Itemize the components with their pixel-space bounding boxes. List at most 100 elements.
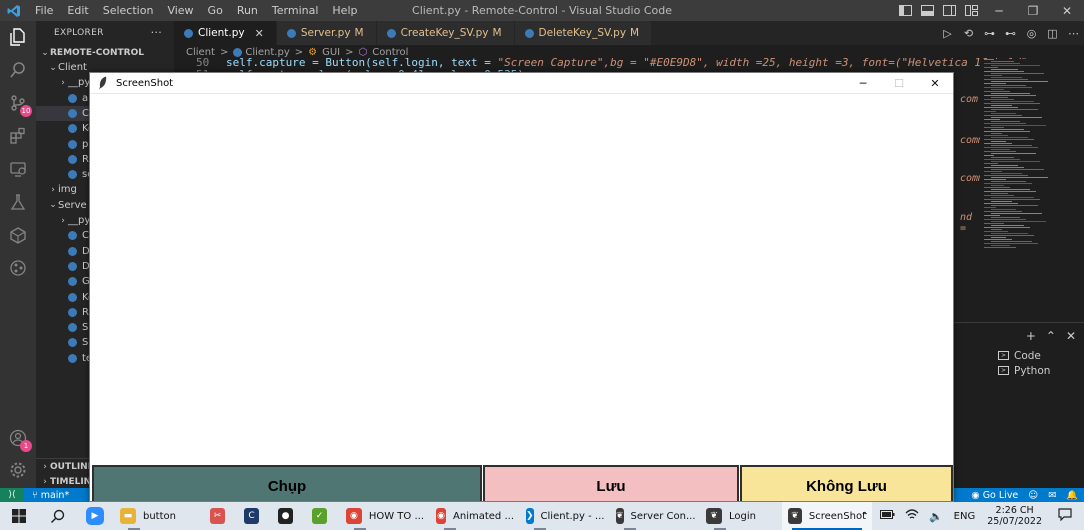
explorer-more-icon[interactable]: ··· xyxy=(151,26,162,39)
minimap-line xyxy=(991,185,1004,186)
clock[interactable]: 2:26 CH 25/07/2022 xyxy=(987,505,1042,527)
close-button[interactable]: ✕ xyxy=(1050,4,1084,18)
taskbar-app[interactable]: ❦ Server Con... xyxy=(610,502,700,530)
taskbar-app[interactable]: C xyxy=(238,502,272,530)
search-icon[interactable] xyxy=(38,502,76,530)
taskbar-app[interactable]: ✓ xyxy=(306,502,340,530)
chevron-up-icon[interactable]: ⌃ xyxy=(861,511,869,522)
close-tab-icon[interactable]: ✕ xyxy=(255,27,264,40)
tab-server-py[interactable]: Server.py M xyxy=(276,21,377,45)
taskbar-app[interactable]: ❦ Login xyxy=(700,502,782,530)
go-live-button[interactable]: Go Live xyxy=(983,490,1019,501)
git-icon[interactable]: ◎ xyxy=(1021,27,1042,40)
source-control-icon[interactable]: 10 xyxy=(7,92,32,117)
minimap-line xyxy=(991,93,1030,94)
workspace-section[interactable]: ⌄ REMOTE-CONTROL xyxy=(36,45,174,60)
chevron-up-icon[interactable]: ⌃ xyxy=(1046,329,1056,343)
feedback-icon[interactable]: ✉ xyxy=(1048,490,1056,501)
minimap[interactable] xyxy=(980,59,1050,255)
toggle-sidebar-icon[interactable] xyxy=(896,5,914,17)
explorer-icon[interactable] xyxy=(7,26,29,48)
copilot-icon[interactable]: ☺ xyxy=(1028,490,1038,501)
remote-explorer-icon[interactable] xyxy=(7,158,29,180)
toggle-panel-icon[interactable] xyxy=(918,5,936,17)
vscode-titlebar: File Edit Selection View Go Run Terminal… xyxy=(0,0,1084,21)
save-button[interactable]: Lưu xyxy=(483,465,739,501)
titlebar-controls: ─ ❐ ✕ xyxy=(894,0,1084,21)
menu-run[interactable]: Run xyxy=(230,4,265,17)
git-graph-icon[interactable] xyxy=(7,257,29,279)
menu-terminal[interactable]: Terminal xyxy=(265,4,326,17)
minimap-line xyxy=(991,201,1012,202)
menu-help[interactable]: Help xyxy=(325,4,364,17)
python-file-icon xyxy=(68,261,77,271)
go-forward-icon[interactable]: ⊷ xyxy=(1000,27,1021,40)
restore-button[interactable]: ❐ xyxy=(1016,4,1050,18)
python-file-icon xyxy=(68,124,77,134)
taskbar-app[interactable]: ● xyxy=(272,502,306,530)
testing-icon[interactable] xyxy=(7,191,29,213)
volume-icon[interactable]: 🔈 xyxy=(929,510,943,523)
minimap-line xyxy=(991,217,1020,218)
code-fragment: com xyxy=(960,94,979,105)
tab-client-py[interactable]: Client.py ✕ xyxy=(174,21,277,45)
minimap-line xyxy=(991,141,1006,142)
minimize-button[interactable]: ─ xyxy=(982,4,1016,18)
dont-save-button[interactable]: Không Lưu xyxy=(740,465,953,501)
menu-edit[interactable]: Edit xyxy=(60,4,95,17)
extensions-icon[interactable] xyxy=(7,125,29,147)
toggle-secondary-sidebar-icon[interactable] xyxy=(940,5,958,17)
capture-button[interactable]: Chụp xyxy=(92,465,482,501)
minimize-button[interactable]: ─ xyxy=(845,73,881,94)
close-panel-icon[interactable]: ✕ xyxy=(1066,329,1076,343)
start-button[interactable] xyxy=(0,502,38,530)
taskbar-app[interactable]: ▬ button xyxy=(114,502,204,530)
menu-go[interactable]: Go xyxy=(201,4,230,17)
notifications-bell-icon[interactable]: 🔔 xyxy=(1066,490,1078,501)
terminal-item-python[interactable]: > Python xyxy=(998,363,1050,378)
minimap-line xyxy=(991,85,1026,86)
accounts-icon[interactable]: 1 xyxy=(7,427,32,452)
python-file-icon xyxy=(68,154,77,164)
minimap-line xyxy=(991,197,1034,198)
taskbar-app[interactable]: ◉ HOW TO ... xyxy=(340,502,430,530)
new-terminal-icon[interactable]: + xyxy=(1026,329,1036,343)
tab-createkey-sv-py[interactable]: CreateKey_SV.py M xyxy=(376,21,515,45)
docker-icon[interactable] xyxy=(7,224,29,246)
more-actions-icon[interactable]: ⋯ xyxy=(1063,27,1084,40)
zoom-app-icon[interactable]: ▶ xyxy=(76,502,114,530)
minimap-line xyxy=(991,225,1024,226)
code-string: "Screen Capture",bg = "#E0E9D8", width =… xyxy=(497,56,1028,69)
terminal-item-code[interactable]: > Code xyxy=(998,348,1041,363)
customize-layout-icon[interactable] xyxy=(962,5,980,17)
taskbar-app[interactable]: ◉ Animated ... xyxy=(430,502,520,530)
remote-indicator-icon[interactable]: ⟩⟨ xyxy=(0,488,24,502)
battery-icon[interactable] xyxy=(879,510,895,522)
go-back-icon[interactable]: ⟲ xyxy=(958,27,979,40)
branch-label[interactable]: main* xyxy=(41,490,70,501)
minimap-line xyxy=(991,193,1008,194)
run-icon[interactable]: ▷ xyxy=(937,27,958,40)
search-icon[interactable] xyxy=(7,59,29,81)
menu-selection[interactable]: Selection xyxy=(96,4,161,17)
wifi-icon[interactable] xyxy=(905,509,919,523)
taskbar-app[interactable]: ✂ xyxy=(204,502,238,530)
python-file-icon xyxy=(68,307,77,317)
language-indicator[interactable]: ENG xyxy=(954,511,976,522)
minimap-line xyxy=(984,139,1034,140)
vscode-logo-icon xyxy=(0,0,28,21)
minimap-line xyxy=(984,175,1028,176)
compare-icon[interactable]: ⊶ xyxy=(979,27,1000,40)
chevron-right-icon: › xyxy=(61,215,65,226)
tab-deletekey-sv-py[interactable]: DeleteKey_SV.py M xyxy=(514,21,653,45)
taskbar-app[interactable]: ❯ Client.py - ... xyxy=(520,502,610,530)
close-button[interactable]: ✕ xyxy=(917,73,953,94)
menu-file[interactable]: File xyxy=(28,4,60,17)
menu-view[interactable]: View xyxy=(160,4,200,17)
modified-badge: M xyxy=(630,27,640,39)
scm-badge: 10 xyxy=(20,105,32,117)
python-file-icon xyxy=(68,292,77,302)
split-editor-icon[interactable]: ◫ xyxy=(1042,27,1063,40)
notification-center-icon[interactable] xyxy=(1058,508,1072,524)
settings-gear-icon[interactable] xyxy=(7,459,29,481)
